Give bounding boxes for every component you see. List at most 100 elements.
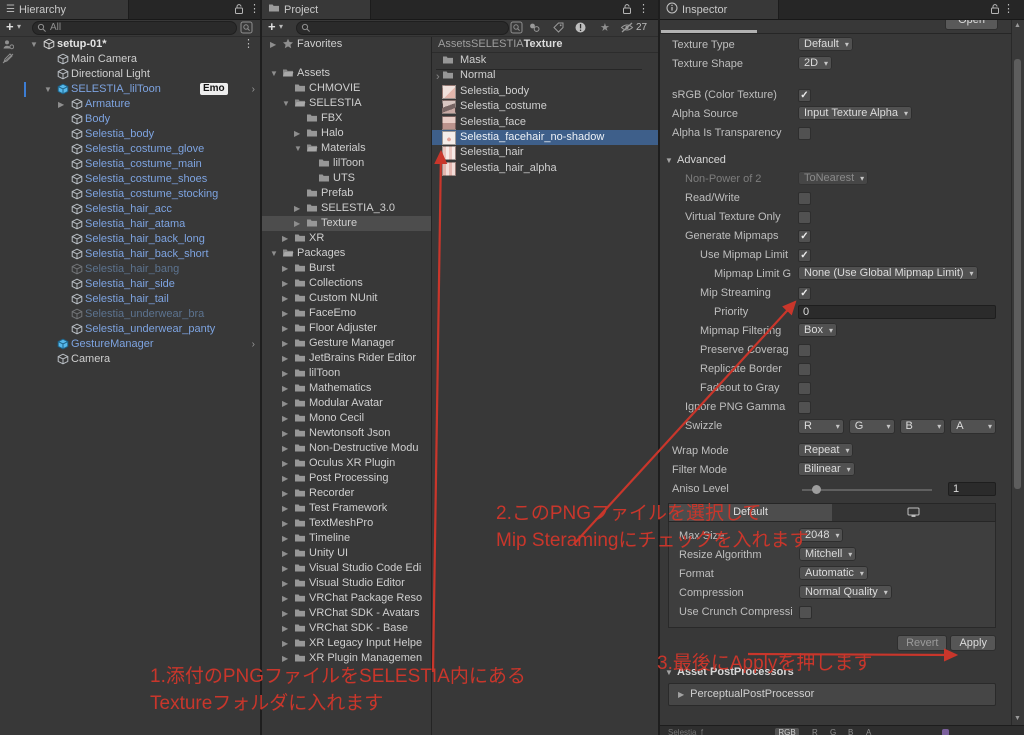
slider-track[interactable] (802, 489, 932, 491)
foldout-arrow-icon[interactable]: ▶ (282, 456, 288, 471)
slider-value-field[interactable]: 1 (948, 482, 996, 496)
postprocessor-item[interactable]: ▶ PerceptualPostProcessor (668, 683, 996, 706)
prefab-open-chevron-icon[interactable]: › (252, 82, 255, 97)
project-tree-row[interactable]: ▶ Halo (262, 126, 431, 141)
project-tree-row[interactable]: ▶ Burst (262, 261, 431, 276)
checkbox[interactable] (799, 606, 812, 619)
checkbox[interactable] (798, 382, 811, 395)
hierarchy-row[interactable]: ▶ Armature (0, 97, 260, 112)
foldout-arrow-icon[interactable]: ▶ (270, 37, 276, 52)
inspector-kebab-icon[interactable]: ⋮ (1003, 3, 1014, 16)
checkbox[interactable]: ✓ (798, 287, 811, 300)
foldout-arrow-icon[interactable]: ▶ (282, 561, 288, 576)
checkbox[interactable]: ✓ (798, 249, 811, 262)
project-add-button[interactable]: + (268, 19, 276, 35)
asset-row[interactable]: Selestia_hair_alpha (432, 161, 658, 176)
project-tree-row[interactable]: ▼ SELESTIA (262, 96, 431, 111)
hierarchy-row[interactable]: Selestia_hair_tail (0, 292, 260, 307)
foldout-arrow-icon[interactable]: ▶ (282, 351, 288, 366)
project-tree-row[interactable]: ▶ Non-Destructive Modu (262, 441, 431, 456)
hierarchy-row[interactable]: Body (0, 112, 260, 127)
swizzle-dropdown[interactable]: G ▾ (848, 419, 895, 434)
hierarchy-row[interactable]: Selestia_hair_back_long (0, 232, 260, 247)
scroll-up-icon[interactable]: ▲ (1014, 22, 1021, 29)
foldout-arrow-icon[interactable]: ▶ (282, 606, 288, 621)
checkbox[interactable]: ✓ (798, 89, 811, 102)
hidden-packages-eye-icon[interactable] (620, 21, 634, 34)
foldout-arrow-icon[interactable]: ▶ (282, 306, 288, 321)
project-tree-row[interactable]: ▶ JetBrains Rider Editor (262, 351, 431, 366)
scroll-down-icon[interactable]: ▼ (1014, 715, 1021, 722)
foldout-arrow-icon[interactable]: ▶ (282, 366, 288, 381)
search-in-scene-icon[interactable] (240, 21, 254, 34)
hierarchy-row[interactable]: GestureManager › (0, 337, 260, 352)
dropdown[interactable]: Automatic ▾ (799, 566, 868, 580)
foldout-arrow-icon[interactable]: ▶ (282, 636, 288, 651)
prefab-open-chevron-icon[interactable]: › (252, 337, 255, 352)
scene-kebab-icon[interactable]: ⋮ (243, 38, 254, 51)
platform-tab-standalone[interactable] (832, 504, 995, 521)
project-tree-row[interactable]: ▶ Visual Studio Editor (262, 576, 431, 591)
filter-by-type-icon[interactable] (528, 21, 542, 34)
breadcrumb-texture[interactable]: Texture (524, 38, 563, 50)
project-tree-row[interactable]: ▶ Post Processing (262, 471, 431, 486)
foldout-arrow-icon[interactable]: ▶ (282, 486, 288, 501)
project-tree-row[interactable]: ▶ VRChat SDK - Avatars (262, 606, 431, 621)
project-tree-row[interactable]: ▶ Modular Avatar (262, 396, 431, 411)
scene-picking-icon[interactable] (2, 53, 14, 67)
project-tree-row[interactable]: ▶ Test Framework (262, 501, 431, 516)
project-tree-row[interactable]: ▶ Mathematics (262, 381, 431, 396)
asset-row[interactable]: Selestia_face (432, 115, 658, 130)
project-tree-row[interactable]: ▼ Packages (262, 246, 431, 261)
project-tree-row[interactable]: ▶ Favorites (262, 37, 431, 52)
project-tree-row[interactable]: ▶ Collections (262, 276, 431, 291)
asset-row[interactable]: Selestia_facehair_no-shadow (432, 129, 658, 146)
dropdown[interactable]: Input Texture Alpha ▾ (798, 106, 912, 120)
breadcrumb-selestia[interactable]: SELESTIA (471, 38, 524, 50)
preview-channel-g[interactable]: G (830, 728, 836, 735)
project-tree-row[interactable]: FBX (262, 111, 431, 126)
hierarchy-row[interactable]: Selestia_costume_shoes (0, 172, 260, 187)
foldout-arrow-icon[interactable]: ▶ (282, 381, 288, 396)
project-tree-row[interactable]: ▶ lilToon (262, 366, 431, 381)
hierarchy-row[interactable]: ▼ setup-01* ⋮ (0, 37, 260, 52)
preview-mip-icon[interactable] (942, 729, 949, 735)
foldout-arrow-icon[interactable]: ▶ (282, 261, 288, 276)
project-tree-row[interactable]: ▶ VRChat Package Reso (262, 591, 431, 606)
text-field[interactable]: 0 (798, 305, 996, 319)
dropdown[interactable]: Normal Quality ▾ (799, 585, 892, 599)
asset-row[interactable]: Selestia_hair (432, 145, 658, 161)
foldout-arrow-icon[interactable]: ▶ (282, 291, 288, 306)
tab-project[interactable]: Project (262, 0, 371, 19)
hierarchy-row[interactable]: Selestia_hair_back_short (0, 247, 260, 262)
filter-by-label-icon[interactable] (552, 21, 566, 34)
hierarchy-row[interactable]: Selestia_underwear_bra (0, 307, 260, 322)
checkbox[interactable] (798, 192, 811, 205)
hierarchy-row[interactable]: Selestia_hair_acc (0, 202, 260, 217)
dropdown[interactable]: Repeat ▾ (798, 443, 854, 457)
hierarchy-row[interactable]: Selestia_costume_glove (0, 142, 260, 157)
checkbox[interactable] (798, 344, 811, 357)
foldout-arrow-icon[interactable]: ▼ (282, 96, 290, 111)
tab-hierarchy[interactable]: ☰ Hierarchy (0, 0, 129, 19)
project-tree-row[interactable]: UTS (262, 171, 431, 186)
scrollbar-thumb[interactable] (1014, 59, 1021, 489)
hierarchy-row[interactable]: Selestia_underwear_panty (0, 322, 260, 337)
project-tree-row[interactable]: Prefab (262, 186, 431, 201)
dropdown[interactable]: Default ▾ (798, 37, 853, 51)
foldout-arrow-icon[interactable]: ▶ (58, 97, 64, 112)
project-tree-row[interactable]: ▶ Texture (262, 216, 431, 231)
emo-badge[interactable]: Emo (200, 83, 228, 95)
foldout-arrow-icon[interactable]: ▶ (282, 621, 288, 636)
revert-button[interactable]: Revert (897, 635, 948, 651)
hierarchy-row[interactable]: Main Camera (0, 52, 260, 67)
breadcrumb-assets[interactable]: Assets (438, 38, 471, 50)
project-tree-row[interactable]: ▶ Newtonsoft Json (262, 426, 431, 441)
dropdown[interactable]: Bilinear ▾ (798, 462, 855, 476)
hierarchy-search-input[interactable]: All (32, 21, 237, 35)
foldout-arrow-icon[interactable]: ▼ (270, 246, 278, 261)
hierarchy-add-caret-icon[interactable]: ▾ (17, 19, 21, 35)
project-search-input[interactable] (296, 21, 509, 35)
tab-inspector[interactable]: Inspector (660, 0, 779, 19)
dropdown[interactable]: Box ▾ (798, 323, 837, 337)
